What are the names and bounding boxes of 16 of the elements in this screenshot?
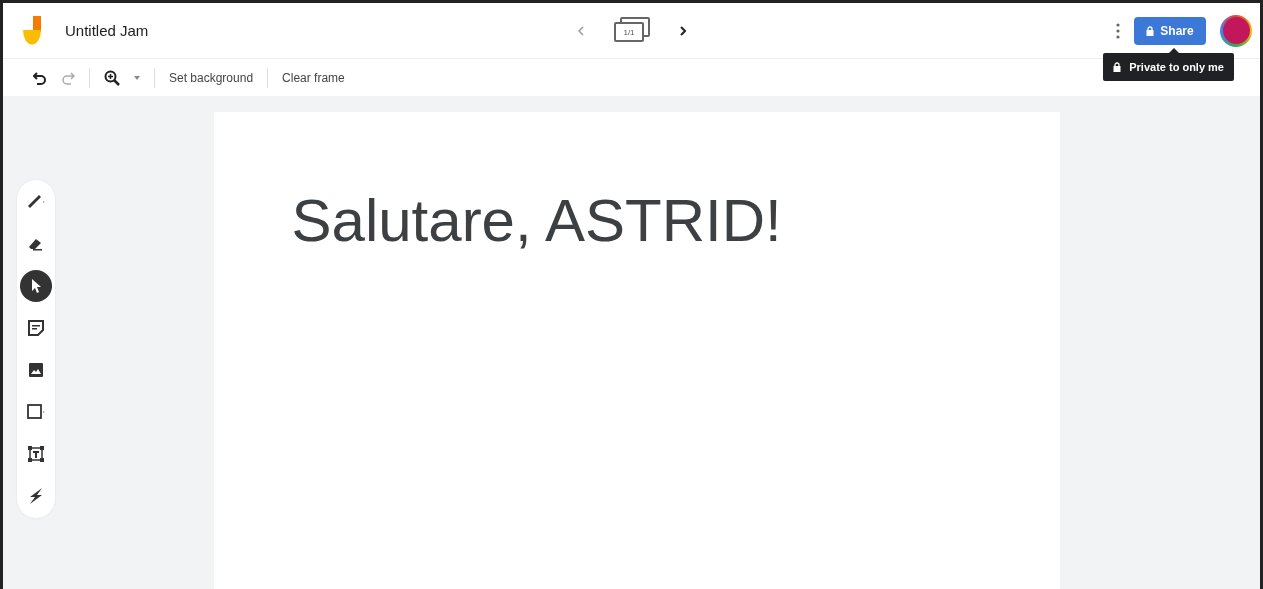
- lock-icon: [1146, 25, 1155, 36]
- caret-icon[interactable]: [134, 75, 140, 80]
- zoom-icon[interactable]: [104, 69, 120, 86]
- next-frame-icon[interactable]: [680, 26, 686, 36]
- avatar[interactable]: [1220, 14, 1252, 47]
- canvas-text: Salutare, ASTRID!: [291, 186, 783, 255]
- lock-icon: [1113, 62, 1122, 72]
- toolbar-button[interactable]: Set background: [169, 70, 254, 85]
- previous-frame-icon[interactable]: [578, 26, 584, 36]
- undo-icon[interactable]: [33, 70, 47, 85]
- more-icon[interactable]: [1116, 22, 1120, 39]
- share-button[interactable]: Share: [1134, 16, 1206, 45]
- select-tool-button[interactable]: [20, 270, 52, 302]
- document-title[interactable]: Untitled Jam: [65, 22, 149, 39]
- toolbar-button[interactable]: Clear frame: [282, 70, 345, 85]
- tooltip-text: Private to only me: [1129, 61, 1224, 73]
